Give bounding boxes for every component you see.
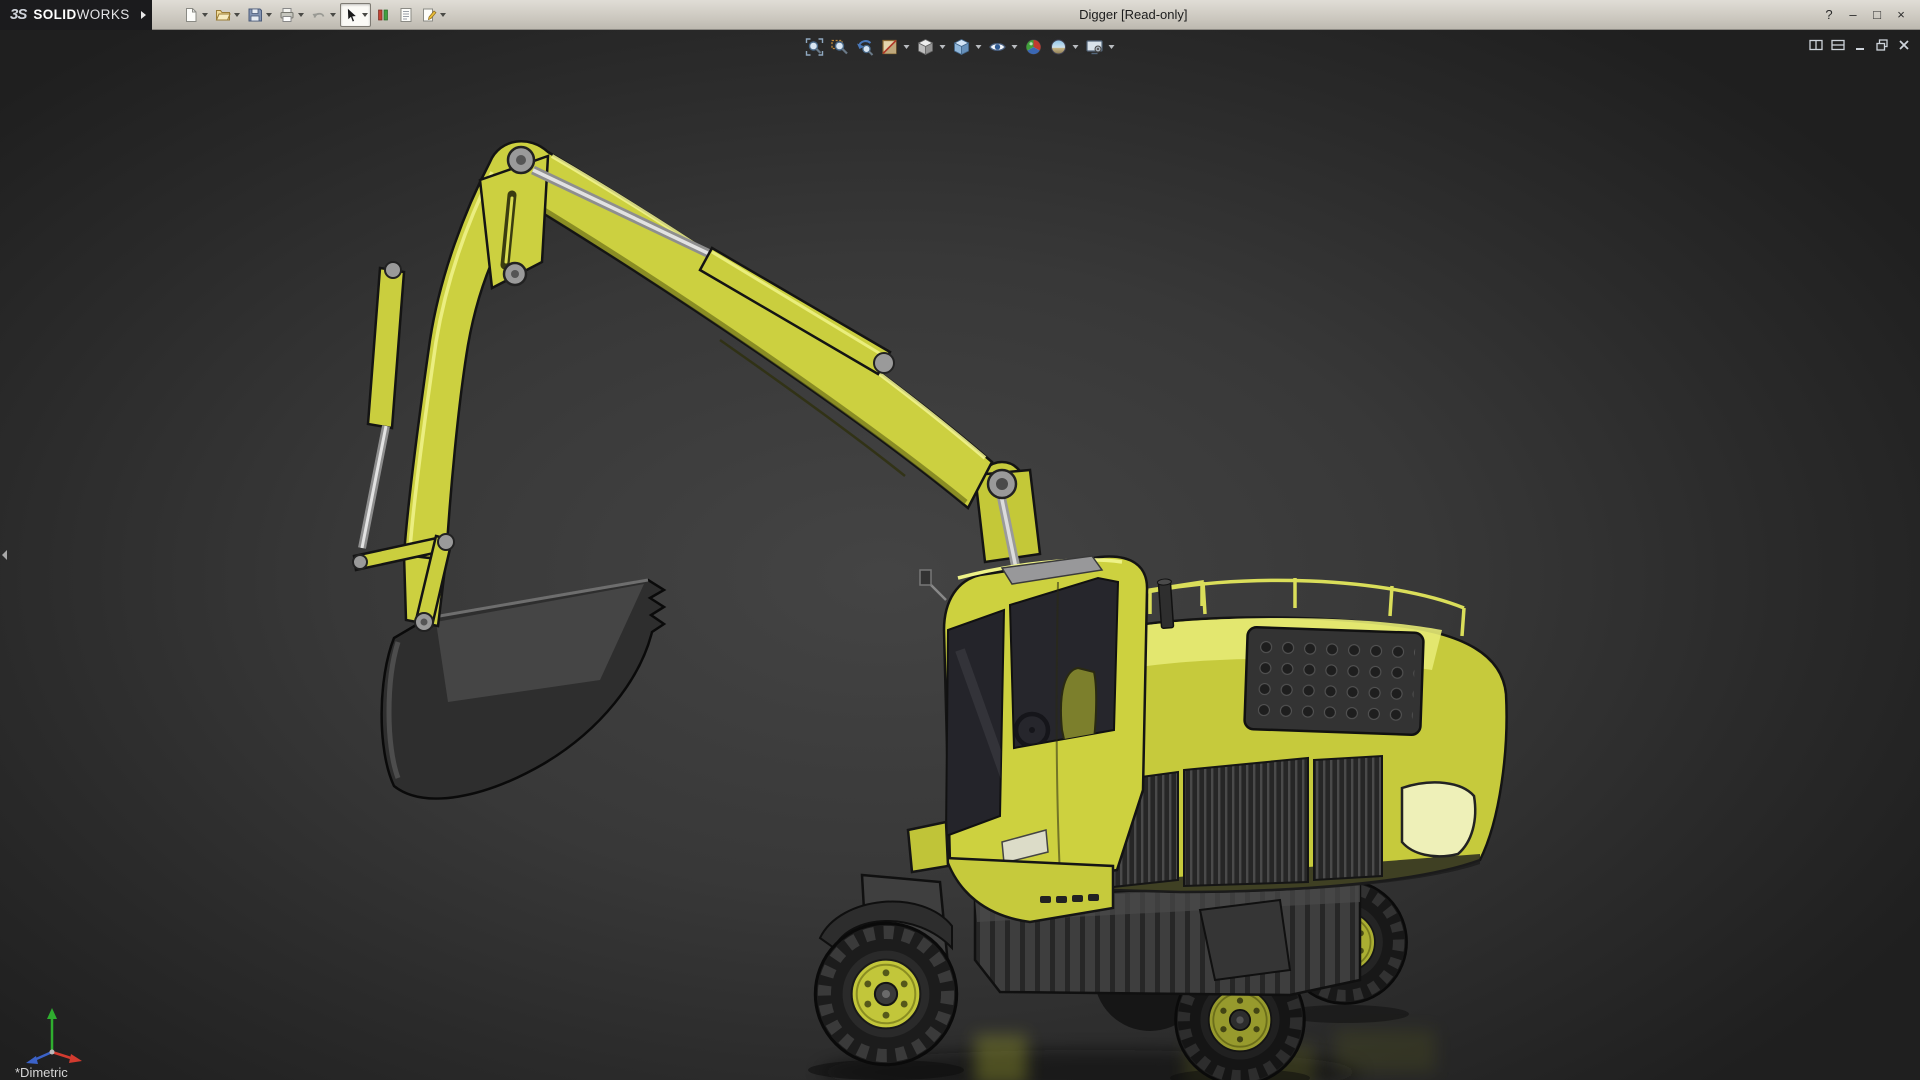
document-title: Digger [Read-only]: [1079, 7, 1188, 22]
view-orientation-icon: [953, 39, 970, 56]
apply-scene-dropdown[interactable]: [1072, 45, 1079, 49]
hide-show-items-dropdown[interactable]: [1011, 45, 1018, 49]
print-button[interactable]: [276, 3, 307, 27]
zoom-to-fit-icon: [805, 38, 824, 56]
view-orientation-dropdown[interactable]: [975, 45, 982, 49]
select-dropdown[interactable]: [361, 12, 368, 17]
new-document-dropdown[interactable]: [201, 12, 208, 17]
document-close-button[interactable]: [1895, 37, 1912, 53]
sketch-dropdown[interactable]: [439, 12, 446, 17]
minimize-button[interactable]: –: [1842, 5, 1864, 25]
brand-name: SOLIDWORKS: [33, 7, 130, 22]
open-button[interactable]: [212, 3, 243, 27]
print-icon: [280, 7, 294, 22]
section-view-button[interactable]: [878, 35, 913, 59]
main-toolbar: [180, 2, 449, 27]
display-style-icon: [917, 39, 934, 56]
save-button[interactable]: [244, 3, 275, 27]
previous-view-button[interactable]: [853, 35, 877, 59]
display-style-button[interactable]: [914, 35, 949, 59]
restore-icon: [1875, 39, 1888, 51]
section-view-icon: [882, 39, 897, 55]
mirror: [919, 569, 932, 586]
xpress-tools-icon: [377, 9, 388, 20]
bucket-cylinder[interactable]: [358, 261, 406, 549]
excavator-model[interactable]: [0, 30, 1920, 1080]
split-view-button[interactable]: [1807, 37, 1824, 53]
help-button[interactable]: ?: [1818, 5, 1840, 25]
save-icon: [248, 8, 262, 21]
view-orientation-button[interactable]: [950, 35, 985, 59]
hide-show-items-icon: [989, 42, 1006, 52]
open-dropdown[interactable]: [233, 12, 240, 17]
engine-housing[interactable]: [1103, 578, 1508, 894]
view-settings-icon: [1086, 40, 1103, 55]
new-document-button[interactable]: [180, 3, 211, 27]
open-icon: [215, 9, 231, 20]
section-view-dropdown[interactable]: [903, 45, 910, 49]
edit-appearance-button[interactable]: [1022, 35, 1046, 59]
hide-show-items-button[interactable]: [986, 35, 1021, 59]
document-minimize-button[interactable]: [1851, 37, 1868, 53]
select-cursor-icon: [346, 6, 357, 22]
edit-appearance-icon: [1026, 39, 1041, 55]
previous-view-icon: [857, 40, 874, 56]
sketch-icon: [422, 8, 437, 21]
graphics-area[interactable]: *Dimetric: [0, 30, 1920, 1080]
undo-dropdown[interactable]: [329, 12, 336, 17]
stick-cylinder[interactable]: [531, 165, 895, 376]
side-grilles: [1103, 754, 1383, 890]
save-dropdown[interactable]: [265, 12, 272, 17]
split-view-icon: [1808, 39, 1823, 51]
zoom-to-fit-button[interactable]: [803, 35, 827, 59]
engine-cover[interactable]: [1243, 626, 1425, 736]
tile-view-icon: [1830, 39, 1845, 51]
close-button[interactable]: ×: [1890, 5, 1912, 25]
close-icon: [1898, 40, 1909, 50]
cab[interactable]: [919, 555, 1149, 888]
apply-scene-icon: [1051, 39, 1066, 55]
view-settings-button[interactable]: [1083, 35, 1118, 59]
document-properties-button[interactable]: [395, 3, 417, 27]
orientation-triad: [26, 1008, 82, 1064]
undo-button[interactable]: [308, 3, 339, 27]
new-document-icon: [185, 7, 197, 22]
document-restore-button[interactable]: [1873, 37, 1890, 53]
sketch-button[interactable]: [418, 3, 449, 27]
menu-expand-icon: [140, 10, 146, 19]
boom-assembly[interactable]: [352, 140, 1042, 632]
heads-up-view-toolbar: [803, 35, 1118, 59]
print-dropdown[interactable]: [297, 12, 304, 17]
front-bracket[interactable]: [906, 820, 950, 874]
window-controls: ? – □ ×: [1818, 5, 1920, 25]
xpress-tools-button[interactable]: [372, 3, 394, 27]
solidworks-menu-button[interactable]: 3S SOLIDWORKS: [0, 0, 152, 30]
undo-icon: [312, 12, 325, 18]
minimize-icon: [1855, 48, 1864, 50]
titlebar: 3S SOLIDWORKS Digger [Read-only] ? – □ ×: [0, 0, 1920, 30]
dassault-logo-icon: 3S: [10, 6, 27, 23]
zoom-to-area-icon: [831, 39, 848, 55]
view-orientation-label: *Dimetric: [15, 1065, 68, 1080]
panel-collapse-handle[interactable]: [0, 539, 9, 571]
apply-scene-button[interactable]: [1047, 35, 1082, 59]
rear-panel-window: [1400, 781, 1477, 858]
tile-view-button[interactable]: [1829, 37, 1846, 53]
windshield: [944, 608, 1006, 838]
wheel-front-near[interactable]: [815, 923, 956, 1064]
view-settings-dropdown[interactable]: [1108, 45, 1115, 49]
document-window-controls: [1807, 37, 1912, 53]
maximize-button[interactable]: □: [1866, 5, 1888, 25]
select-button[interactable]: [339, 2, 371, 27]
zoom-to-area-button[interactable]: [828, 35, 852, 59]
document-properties-icon: [400, 7, 412, 22]
display-style-dropdown[interactable]: [939, 45, 946, 49]
